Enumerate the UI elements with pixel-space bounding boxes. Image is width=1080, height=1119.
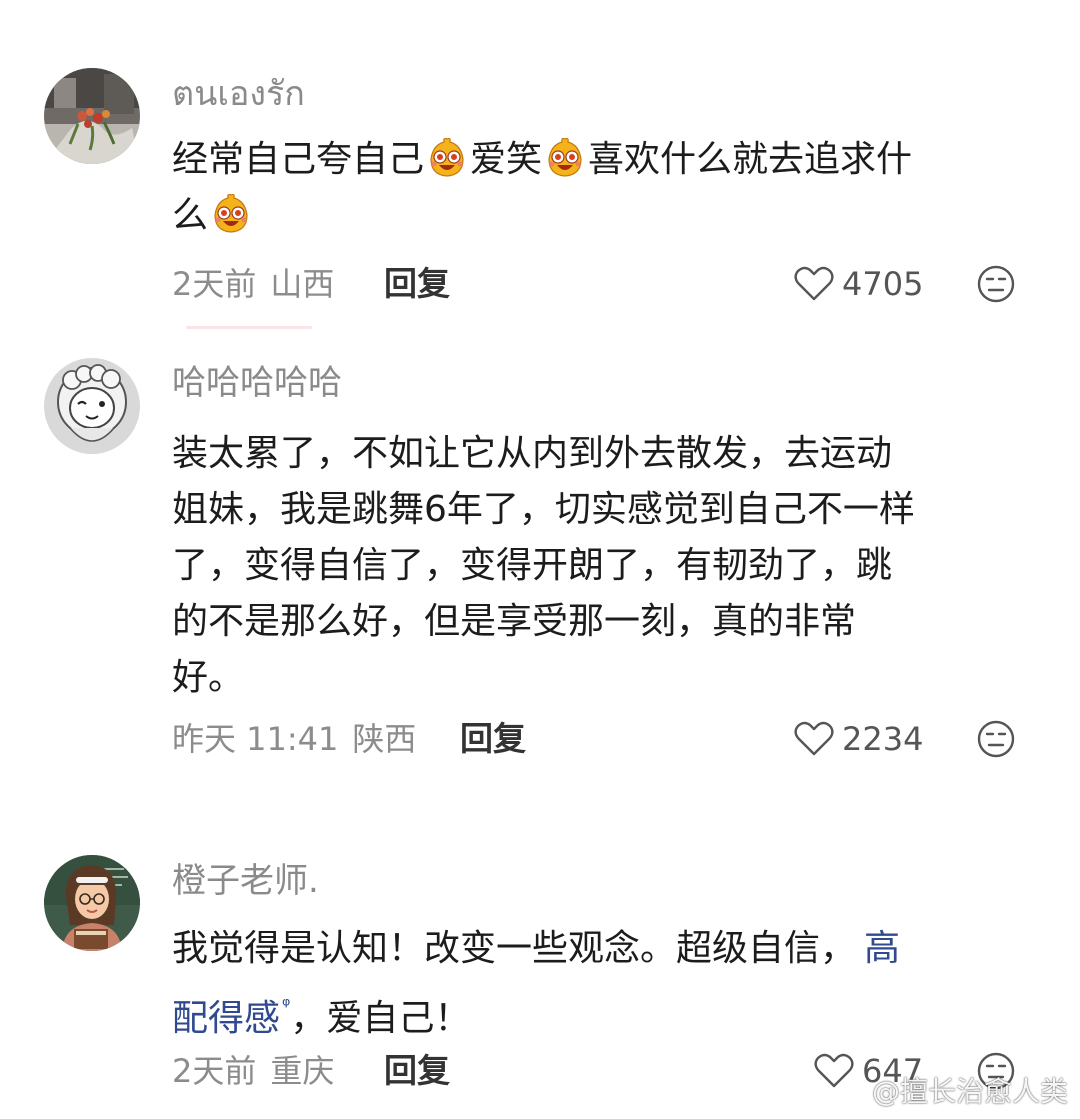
keyword-link[interactable]: 配得感 xyxy=(172,998,280,1039)
comment-meta: 2天前 山西 xyxy=(172,264,334,304)
reply-button[interactable]: 回复 xyxy=(384,1051,450,1091)
text-segment: 经常自己夸自己 xyxy=(172,139,425,180)
weibo-watermark: @擅长治愈人类 xyxy=(839,1075,1068,1109)
comment-time: 2天前 xyxy=(172,1052,257,1090)
laughing-face-emoji-icon xyxy=(430,137,464,177)
flowers-avatar-icon xyxy=(44,68,140,164)
comment-line: 经常自己夸自己 爱笑 喜欢什么就去追求什 xyxy=(172,132,1032,188)
user-avatar[interactable] xyxy=(44,358,140,454)
comment-text: 经常自己夸自己 爱笑 喜欢什么就去追求什 么 xyxy=(172,132,1032,244)
like-button[interactable]: 4705 xyxy=(794,264,934,304)
like-count: 4705 xyxy=(842,265,924,303)
user-avatar[interactable] xyxy=(44,68,140,164)
dislike-face-icon[interactable] xyxy=(976,719,1016,759)
reply-button[interactable]: 回复 xyxy=(460,719,526,759)
heart-icon xyxy=(794,721,834,756)
weibo-logo-icon xyxy=(839,1083,868,1105)
comment-time: 昨天 11:41 xyxy=(172,720,339,758)
comment-line: 配得感 ᵠ，爱自己！ xyxy=(172,977,1032,1039)
comment-time: 2天前 xyxy=(172,265,257,303)
like-button[interactable]: 2234 xyxy=(794,719,934,759)
comment-text: 装太累了，不如让它从内到外去散发，去运动 姐妹，我是跳舞6年了，切实感觉到自己不… xyxy=(172,426,1032,706)
username[interactable]: 橙子老师. xyxy=(172,861,319,901)
dislike-face-icon[interactable] xyxy=(976,264,1016,304)
comment-text: 我觉得是认知！改变一些观念。超级自信，高 配得感 ᵠ，爱自己！ xyxy=(172,921,1032,1039)
keyword-link[interactable]: 高 xyxy=(864,928,900,969)
comment-meta: 昨天 11:41 陕西 xyxy=(172,719,416,759)
user-avatar[interactable] xyxy=(44,855,140,951)
comment-location: 山西 xyxy=(270,265,335,303)
comment-meta: 2天前 重庆 xyxy=(172,1051,334,1091)
text-segment: 我觉得是认知！改变一些观念。超级自信， xyxy=(172,928,857,969)
comment-line: 我觉得是认知！改变一些观念。超级自信，高 xyxy=(172,921,1032,977)
cartoon-sheep-avatar-icon xyxy=(44,358,140,454)
text-segment: ，爱自己！ xyxy=(290,998,471,1039)
reply-button[interactable]: 回复 xyxy=(384,264,450,304)
comment-line: 好。 xyxy=(172,657,245,698)
comment-line: 么 xyxy=(172,188,1032,244)
text-segment: 喜欢什么就去追求什 xyxy=(588,139,913,180)
comment-line: 姐妹，我是跳舞6年了，切实感觉到自己不一样 xyxy=(172,489,915,530)
teacher-avatar-icon xyxy=(44,855,140,951)
laughing-face-emoji-icon xyxy=(214,193,248,233)
username[interactable]: 哈哈哈哈哈 xyxy=(172,363,342,403)
comment-line: 的不是那么好，但是享受那一刻，真的非常 xyxy=(172,601,857,642)
divider xyxy=(186,326,312,329)
comment-location: 陕西 xyxy=(352,720,417,758)
text-segment: 爱笑 xyxy=(470,139,543,180)
comment-line: 了，变得自信了，变得开朗了，有韧劲了，跳 xyxy=(172,545,893,586)
comment-line: 装太累了，不如让它从内到外去散发，去运动 xyxy=(172,433,893,474)
laughing-face-emoji-icon xyxy=(548,137,582,177)
like-count: 2234 xyxy=(842,720,924,758)
comment-location: 重庆 xyxy=(270,1052,335,1090)
heart-icon xyxy=(794,266,834,301)
watermark-text: @擅长治愈人类 xyxy=(871,1075,1068,1108)
username[interactable]: ตนเองรัก xyxy=(172,74,305,114)
text-segment: 么 xyxy=(172,195,209,236)
